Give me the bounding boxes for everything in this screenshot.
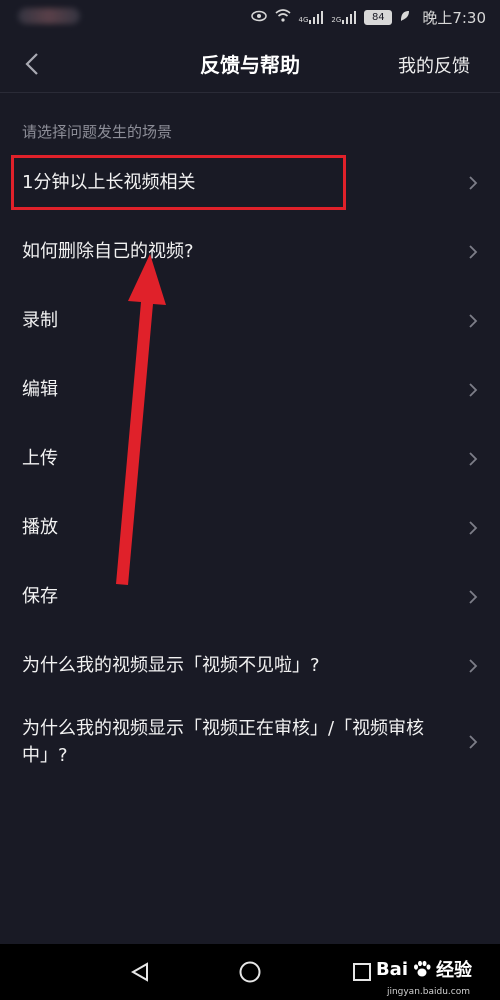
network-2g-label: 2G	[331, 15, 342, 24]
chevron-right-icon	[469, 175, 478, 190]
list-item-label: 保存	[22, 586, 58, 607]
nav-home-button[interactable]	[236, 958, 264, 986]
nav-bar: 反馈与帮助 我的反馈	[0, 34, 500, 92]
list-item-label: 编辑	[22, 379, 58, 400]
leaf-icon	[400, 10, 410, 25]
chevron-right-icon	[469, 382, 478, 397]
triangle-back-icon	[130, 962, 148, 982]
network-4g-label: 4G	[298, 15, 309, 24]
chevron-right-icon	[469, 451, 478, 466]
my-feedback-link[interactable]: 我的反馈	[398, 52, 470, 78]
list-item-upload[interactable]: 上传	[0, 424, 500, 493]
list-item-video-reviewing[interactable]: 为什么我的视频显示「视频正在审核」/「视频审核中」?	[0, 700, 500, 783]
nav-back-button[interactable]	[126, 958, 154, 986]
status-bar: 4G 2G 84 晚上7:30	[0, 0, 500, 34]
list-item-label: 1分钟以上长视频相关	[22, 172, 196, 193]
list-item-label: 播放	[22, 517, 58, 538]
list-item-delete-video[interactable]: 如何删除自己的视频?	[0, 217, 500, 286]
chevron-right-icon	[469, 589, 478, 604]
blurred-notification-icon	[18, 8, 80, 24]
system-navigation-bar: Bai 经验 jingyan.baidu.com	[0, 944, 500, 1000]
watermark-url: jingyan.baidu.com	[386, 987, 470, 997]
back-button[interactable]	[14, 46, 50, 82]
chevron-right-icon	[469, 520, 478, 535]
paw-icon	[414, 960, 431, 977]
list-item-long-video[interactable]: 1分钟以上长视频相关	[0, 148, 500, 217]
signal-2g-icon: 2G	[331, 10, 357, 24]
nav-recents-button[interactable]	[348, 958, 376, 986]
list-item-label: 录制	[22, 310, 58, 331]
baidu-jingyan-watermark: Bai 经验	[376, 956, 472, 982]
eye-icon	[250, 10, 267, 25]
list-item-record[interactable]: 录制	[0, 286, 500, 355]
chevron-right-icon	[469, 313, 478, 328]
list-item-edit[interactable]: 编辑	[0, 355, 500, 424]
list-item-video-missing[interactable]: 为什么我的视频显示「视频不见啦」?	[0, 631, 500, 700]
watermark-brand-right: 经验	[436, 960, 472, 981]
list-item-label: 为什么我的视频显示「视频正在审核」/「视频审核中」?	[22, 717, 425, 766]
status-icons: 4G 2G 84 晚上7:30	[250, 7, 486, 28]
chevron-right-icon	[469, 658, 478, 673]
chevron-left-icon	[25, 53, 38, 75]
list-item-label: 为什么我的视频显示「视频不见啦」?	[22, 655, 320, 676]
wifi-icon	[275, 9, 291, 25]
circle-home-icon	[239, 961, 261, 983]
status-time: 晚上7:30	[422, 8, 486, 27]
scenario-list: 1分钟以上长视频相关 如何删除自己的视频? 录制 编辑 上传 播放 保存 为什么…	[0, 148, 500, 783]
list-item-label: 上传	[22, 448, 58, 469]
signal-4g-icon: 4G	[298, 10, 324, 24]
chevron-right-icon	[469, 734, 478, 749]
square-recents-icon	[353, 963, 371, 981]
list-item-save[interactable]: 保存	[0, 562, 500, 631]
chevron-right-icon	[469, 244, 478, 259]
page-title: 反馈与帮助	[200, 52, 300, 77]
battery-icon: 84	[364, 9, 393, 25]
list-item-label: 如何删除自己的视频?	[22, 241, 194, 262]
list-item-play[interactable]: 播放	[0, 493, 500, 562]
nav-divider	[0, 92, 500, 93]
watermark-brand-left: Bai	[375, 958, 408, 980]
section-header: 请选择问题发生的场景	[22, 123, 173, 141]
